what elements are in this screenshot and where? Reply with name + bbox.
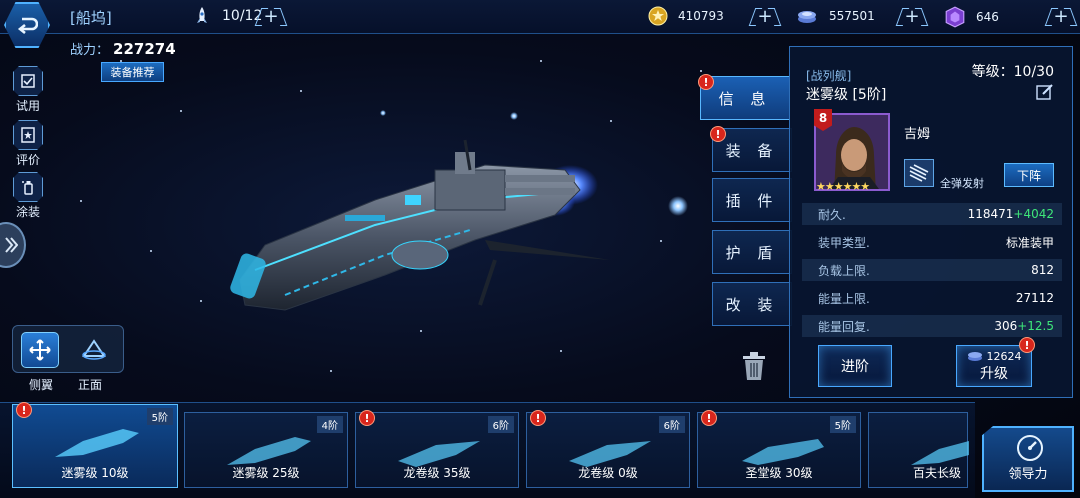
- dock-title: [船坞]: [70, 9, 112, 27]
- stat-row-load-limit: 负载上限. 812: [802, 259, 1062, 281]
- edit-icon[interactable]: [1036, 83, 1054, 101]
- gem-icon: [945, 6, 965, 28]
- equip-recommend-button[interactable]: 装备推荐: [101, 62, 164, 82]
- battleship-model[interactable]: [225, 130, 625, 320]
- crystal-icon: [967, 352, 982, 361]
- demote-captain-button[interactable]: 下阵: [1004, 163, 1054, 187]
- ship-card[interactable]: 百夫长级: [868, 412, 969, 488]
- leadership-button[interactable]: 领导力: [982, 426, 1074, 492]
- trash-icon[interactable]: [741, 350, 767, 382]
- captain-stars: ★★★★★★: [816, 180, 870, 193]
- paint-button[interactable]: 涂装: [10, 172, 46, 220]
- skill-name: 全弹发射: [940, 177, 984, 190]
- side-view-label: 侧翼: [29, 378, 54, 392]
- crystal-icon: [798, 11, 816, 23]
- move-arrows-icon: [29, 339, 51, 361]
- upgrade-button[interactable]: 12624 升级: [956, 345, 1032, 387]
- spray-can-icon: [13, 172, 43, 202]
- tab-modify[interactable]: 改 装: [712, 282, 792, 326]
- upgrade-cost: 12624: [967, 350, 1022, 363]
- ship-card-alert-badge: !: [359, 410, 375, 426]
- upgrade-alert-badge: !: [1019, 337, 1035, 353]
- stat-row-armor-type: 装甲类型. 标准装甲: [818, 235, 1054, 250]
- top-bar: [船坞] 10/12 + 410793 + 557501 + 646 +: [0, 0, 1080, 34]
- add-gold-button[interactable]: +: [752, 5, 778, 27]
- star-document-icon: [13, 120, 43, 150]
- gem-counter: 646: [944, 6, 999, 28]
- ship-card[interactable]: 5阶 圣堂级 30级: [697, 412, 861, 488]
- captain-name: 吉姆: [904, 127, 931, 142]
- advance-button[interactable]: 进阶: [818, 345, 892, 387]
- trial-button[interactable]: 试用: [10, 66, 46, 114]
- crystal-counter: 557501: [795, 6, 875, 26]
- front-view-button[interactable]: [75, 332, 113, 368]
- ship-level: 等级：10/30: [971, 64, 1054, 80]
- ship-card[interactable]: 6阶 龙卷级 0级: [526, 412, 690, 488]
- ship-card[interactable]: 4阶 迷雾级 25级: [184, 412, 348, 488]
- back-arrow-icon: [17, 17, 38, 35]
- ship-card[interactable]: 5阶 迷雾级 10级: [12, 404, 178, 488]
- gauge-icon: [1017, 435, 1043, 461]
- tab-shield[interactable]: 护 盾: [712, 230, 792, 274]
- stat-row-energy-limit: 能量上限. 27112: [818, 291, 1054, 306]
- combat-power: 战力： 227274: [70, 40, 176, 58]
- ship-type: [战列舰]: [806, 69, 852, 83]
- skill-salvo-icon[interactable]: [904, 159, 934, 187]
- stat-row-energy-regen: 能量回复. 306 +12.5: [802, 315, 1062, 337]
- equipment-alert-badge: !: [710, 126, 726, 142]
- review-button[interactable]: 评价: [10, 120, 46, 168]
- ship-card-alert-badge: !: [530, 410, 546, 426]
- ship-thumbnail: [55, 429, 139, 457]
- stat-row-durability: 耐久. 118471 +4042: [802, 203, 1062, 225]
- gold-coin-icon: [648, 6, 668, 26]
- view-mode-panel: [12, 325, 124, 373]
- info-alert-badge: !: [698, 74, 714, 90]
- add-fleet-button[interactable]: +: [258, 5, 284, 27]
- rocket-icon: [197, 7, 207, 23]
- ship-card-alert-badge: !: [701, 410, 717, 426]
- add-gem-button[interactable]: +: [1048, 5, 1074, 27]
- gold-counter: 410793: [648, 6, 724, 26]
- checklist-icon: [13, 66, 43, 96]
- ship-card-alert-badge: !: [16, 402, 32, 418]
- ship-front-icon: [82, 339, 106, 360]
- double-chevron-right-icon: [5, 237, 18, 253]
- fleet-count: 10/12: [192, 6, 262, 26]
- ship-name: 迷雾级 [5阶]: [806, 87, 887, 103]
- side-view-button[interactable]: [21, 332, 59, 368]
- add-crystal-button[interactable]: +: [899, 5, 925, 27]
- front-view-label: 正面: [78, 378, 103, 392]
- tab-plugins[interactable]: 插 件: [712, 178, 792, 222]
- ship-card[interactable]: 6阶 龙卷级 35级: [355, 412, 519, 488]
